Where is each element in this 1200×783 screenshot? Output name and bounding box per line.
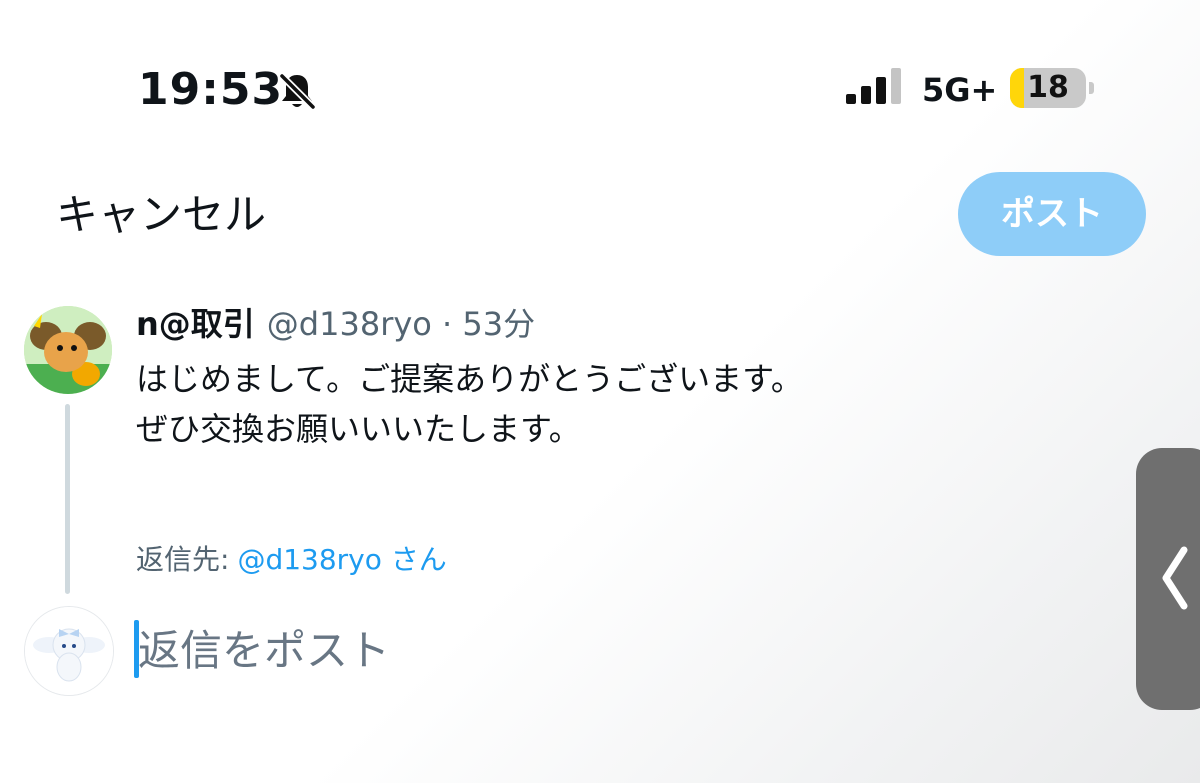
post-button[interactable]: ポスト [958,172,1146,256]
cellular-signal-icon [846,68,901,104]
tweet-header: n@取引 @d138ryo · 53分 [136,302,535,346]
cinnamoroll-avatar-image [25,607,113,695]
status-time: 19:53 [138,64,284,115]
side-panel-handle[interactable] [1136,448,1200,710]
chevron-left-icon [1162,546,1188,610]
battery-level: 18 [1027,70,1069,105]
reply-to-handle[interactable]: @d138ryo さん [237,543,446,576]
network-type: 5G+ [922,71,998,109]
tweet-body: はじめまして。ご提案ありがとうございます。 ぜひ交換お願いいいたします。 [136,354,803,454]
tweet-body-line: ぜひ交換お願いいいたします。 [136,410,581,448]
reply-to: 返信先: @d138ryo さん [136,540,447,580]
author-avatar[interactable] [24,306,112,394]
dedenne-avatar-image [24,306,112,394]
thread-line [65,404,70,594]
reply-to-label: 返信先: [136,543,230,576]
author-handle-time: @d138ryo · 53分 [266,305,536,343]
cancel-button[interactable]: キャンセル [56,188,266,242]
battery-indicator: 18 [1010,68,1086,108]
author-name[interactable]: n@取引 [136,305,255,343]
reply-input[interactable] [138,618,838,682]
bell-slash-icon [278,72,317,111]
tweet-body-line: はじめまして。ご提案ありがとうございます。 [136,360,803,398]
user-avatar[interactable] [24,606,114,696]
battery-tip [1089,82,1094,94]
